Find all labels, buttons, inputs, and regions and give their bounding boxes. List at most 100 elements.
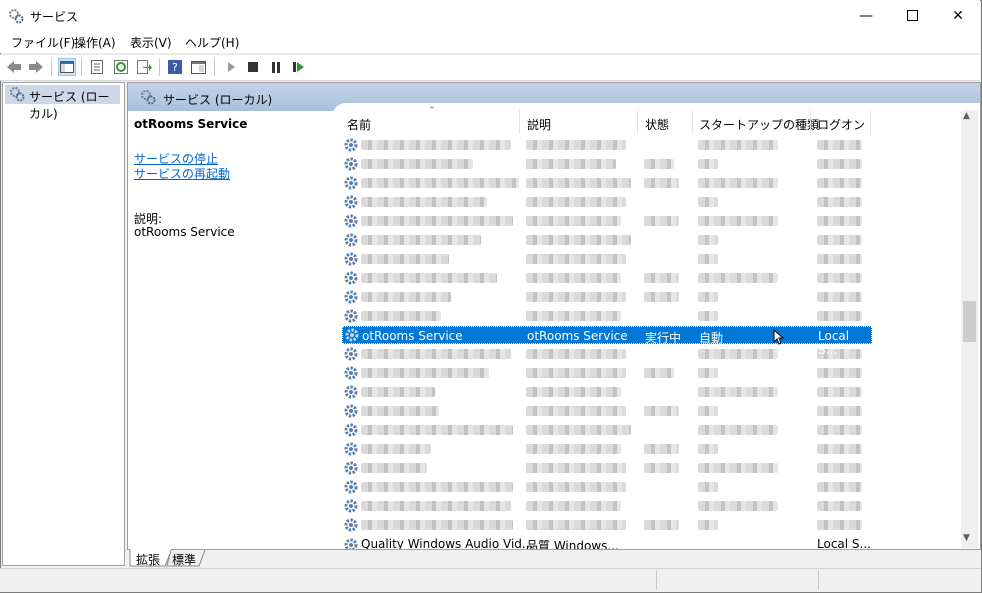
table-row[interactable]	[342, 193, 872, 211]
column-separator[interactable]	[637, 110, 638, 134]
column-separator[interactable]	[870, 110, 871, 134]
blurred-cell	[698, 311, 718, 321]
minimize-button[interactable]: —	[843, 0, 889, 31]
blurred-cell	[698, 501, 778, 511]
blurred-cell	[361, 387, 435, 397]
menu-action[interactable]: 操作(A)	[74, 34, 116, 51]
back-button[interactable]	[5, 58, 23, 76]
start-service-button[interactable]	[222, 58, 240, 76]
resume-service-button[interactable]	[290, 58, 308, 76]
scroll-up-icon[interactable]: ▲	[963, 111, 970, 121]
tab-extended[interactable]: 拡張	[136, 551, 160, 568]
table-row[interactable]	[342, 364, 872, 382]
toolbar-separator	[214, 58, 215, 76]
forward-button[interactable]	[27, 58, 45, 76]
maximize-button[interactable]	[889, 0, 935, 31]
blurred-cell	[361, 444, 431, 454]
tab-standard[interactable]: 標準	[172, 551, 196, 568]
table-row[interactable]	[342, 136, 872, 154]
blurred-cell	[526, 501, 621, 511]
blurred-cell	[526, 387, 621, 397]
table-row[interactable]	[342, 231, 872, 249]
table-row[interactable]	[342, 288, 872, 306]
column-separator[interactable]	[692, 110, 693, 134]
table-row[interactable]	[342, 421, 872, 439]
table-row[interactable]	[342, 345, 872, 363]
blurred-cell	[698, 406, 718, 416]
blurred-cell	[817, 178, 862, 188]
table-row[interactable]	[342, 174, 872, 192]
gear-icon	[344, 366, 358, 380]
blurred-cell	[526, 520, 626, 530]
table-row[interactable]	[342, 383, 872, 401]
blurred-cell	[526, 482, 626, 492]
table-row[interactable]	[342, 307, 872, 325]
table-row[interactable]	[342, 212, 872, 230]
tree-item-local-services[interactable]: サービス (ローカル)	[5, 85, 120, 121]
column-header-description[interactable]: 説明	[527, 116, 551, 133]
show-pane-button[interactable]	[189, 58, 207, 76]
help-button[interactable]: ?	[166, 58, 184, 76]
table-row[interactable]	[342, 155, 872, 173]
properties-button[interactable]	[88, 58, 106, 76]
column-separator[interactable]	[519, 110, 520, 134]
pause-service-icon	[272, 61, 280, 73]
services-pane: サービス (ローカル) otRooms Service サービスの停止 サービス…	[127, 82, 981, 550]
column-header-status[interactable]: 状態	[645, 116, 669, 133]
cell-description: 品質 Windows...	[526, 539, 619, 550]
console-tree-button[interactable]	[58, 58, 76, 76]
stop-service-button[interactable]	[244, 58, 262, 76]
scrollbar-thumb[interactable]	[963, 301, 976, 342]
pause-service-button[interactable]	[267, 58, 285, 76]
menu-file[interactable]: ファイル(F)	[11, 34, 75, 51]
export-button[interactable]	[135, 58, 153, 76]
blurred-cell	[644, 292, 679, 302]
blurred-cell	[361, 311, 441, 321]
blurred-cell	[817, 482, 862, 492]
menu-view[interactable]: 表示(V)	[130, 34, 172, 51]
blurred-cell	[526, 159, 616, 169]
blurred-cell	[817, 216, 862, 226]
close-button[interactable]: ✕	[935, 0, 981, 31]
table-row[interactable]	[342, 402, 872, 420]
gear-icon	[344, 423, 358, 437]
blurred-cell	[644, 159, 674, 169]
gear-icon	[344, 518, 358, 532]
table-row[interactable]	[342, 459, 872, 477]
table-row[interactable]	[342, 250, 872, 268]
column-separator[interactable]	[810, 110, 811, 134]
blurred-cell	[526, 292, 626, 302]
table-row[interactable]	[342, 269, 872, 287]
column-header-name[interactable]: 名前	[347, 116, 371, 133]
table-row[interactable]	[342, 440, 872, 458]
cell-description: otRooms Service	[527, 329, 628, 343]
blurred-cell	[817, 235, 862, 245]
pane-title: サービス (ローカル)	[163, 93, 273, 107]
blurred-cell	[644, 520, 679, 530]
refresh-button[interactable]	[112, 58, 130, 76]
menu-help[interactable]: ヘルプ(H)	[185, 34, 239, 51]
table-row[interactable]	[342, 497, 872, 515]
blurred-cell	[526, 368, 626, 378]
restart-service-link[interactable]: サービスの再起動	[134, 165, 230, 182]
table-row-selected[interactable]: otRooms Service otRooms Service 実行中 自動 L…	[342, 326, 872, 357]
resume-service-icon	[293, 62, 304, 72]
mouse-cursor-icon	[773, 329, 784, 345]
column-header-logon[interactable]: ログオン	[817, 116, 865, 133]
table-row[interactable]	[342, 516, 872, 534]
minimize-icon: —	[859, 7, 873, 24]
blurred-cell	[526, 178, 631, 188]
blurred-cell	[526, 216, 621, 226]
window-title: サービス	[30, 10, 79, 24]
table-row[interactable]: Quality Windows Audio Vid... 品質 Windows.…	[342, 536, 872, 550]
blurred-cell	[644, 273, 679, 283]
scroll-down-icon[interactable]: ▼	[963, 533, 970, 543]
table-row[interactable]	[342, 478, 872, 496]
cell-name: Quality Windows Audio Vid...	[361, 537, 534, 550]
close-icon: ✕	[952, 7, 964, 24]
cell-logon: Local S...	[817, 537, 871, 550]
blurred-cell	[526, 349, 626, 359]
cell-name: otRooms Service	[362, 329, 463, 343]
blurred-cell	[644, 463, 679, 473]
column-header-startup-type[interactable]: スタートアップの種類	[699, 116, 819, 133]
